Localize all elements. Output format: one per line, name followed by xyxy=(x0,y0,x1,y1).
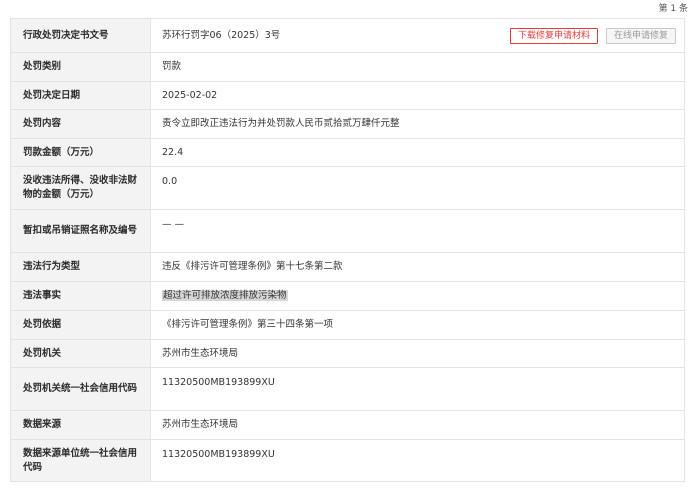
row-label: 数据来源单位统一社会信用代码 xyxy=(10,439,151,482)
row-value: 0.0 xyxy=(150,166,685,210)
penalty-record-table: 行政处罚决定书文号 苏环行罚字06（2025）3号 下载修复申请材料 在线申请修… xyxy=(10,18,685,482)
row-label: 处罚内容 xyxy=(10,109,151,139)
row-label: 数据来源 xyxy=(10,410,151,440)
table-row: 违法行为类型 违反《排污许可管理条例》第十七条第二款 xyxy=(10,252,685,282)
row-value: 《排污许可管理条例》第三十四条第一项 xyxy=(150,310,685,340)
table-row: 行政处罚决定书文号 苏环行罚字06（2025）3号 下载修复申请材料 在线申请修… xyxy=(10,18,685,53)
table-row: 违法事实 超过许可排放浓度排放污染物 xyxy=(10,281,685,311)
row-label: 处罚机关统一社会信用代码 xyxy=(10,367,151,411)
table-row: 暂扣或吊销证照名称及编号 — — xyxy=(10,209,685,253)
row-label-decision-number: 行政处罚决定书文号 xyxy=(10,18,151,53)
row-value: 责令立即改正违法行为并处罚款人民币贰拾贰万肆仟元整 xyxy=(150,109,685,139)
row-value-cell: 超过许可排放浓度排放污染物 xyxy=(150,281,685,311)
row-value-decision-number: 苏环行罚字06（2025）3号 xyxy=(162,29,281,41)
online-repair-application-button[interactable]: 在线申请修复 xyxy=(605,27,676,44)
row-value: 11320500MB193899XU xyxy=(150,439,685,482)
table-row: 罚款金额（万元） 22.4 xyxy=(10,138,685,167)
table-row: 处罚依据 《排污许可管理条例》第三十四条第一项 xyxy=(10,310,685,340)
row-value: 苏州市生态环境局 xyxy=(150,339,685,368)
download-repair-materials-button[interactable]: 下载修复申请材料 xyxy=(509,27,598,44)
table-row: 处罚机关 苏州市生态环境局 xyxy=(10,339,685,368)
row-value-decision-number-cell: 苏环行罚字06（2025）3号 下载修复申请材料 在线申请修复 xyxy=(150,18,685,53)
table-row: 数据来源 苏州市生态环境局 xyxy=(10,410,685,440)
row-label: 罚款金额（万元） xyxy=(10,138,151,167)
table-row: 处罚机关统一社会信用代码 11320500MB193899XU xyxy=(10,367,685,411)
row-value: 罚款 xyxy=(150,52,685,82)
table-row: 处罚类别 罚款 xyxy=(10,52,685,82)
row-value: 2025-02-02 xyxy=(150,81,685,110)
row-label: 处罚类别 xyxy=(10,52,151,82)
row-value: 苏州市生态环境局 xyxy=(150,410,685,440)
row-value: 11320500MB193899XU xyxy=(150,367,685,411)
row-value-highlighted: 超过许可排放浓度排放污染物 xyxy=(162,290,288,301)
row-label: 暂扣或吊销证照名称及编号 xyxy=(10,209,151,253)
row-label: 没收违法所得、没收非法财物的金额（万元） xyxy=(10,166,151,210)
row-value: 违反《排污许可管理条例》第十七条第二款 xyxy=(150,252,685,282)
row-label: 违法行为类型 xyxy=(10,252,151,282)
row-label: 处罚依据 xyxy=(10,310,151,340)
table-row: 处罚内容 责令立即改正违法行为并处罚款人民币贰拾贰万肆仟元整 xyxy=(10,109,685,139)
repair-button-group: 下载修复申请材料 在线申请修复 xyxy=(509,27,676,44)
page-indicator: 第 1 条 xyxy=(658,4,688,14)
row-value: 22.4 xyxy=(150,138,685,167)
row-label: 处罚决定日期 xyxy=(10,81,151,110)
table-row: 数据来源单位统一社会信用代码 11320500MB193899XU xyxy=(10,439,685,482)
row-label: 处罚机关 xyxy=(10,339,151,368)
row-value: — — xyxy=(150,209,685,253)
table-row: 没收违法所得、没收非法财物的金额（万元） 0.0 xyxy=(10,166,685,210)
table-row: 处罚决定日期 2025-02-02 xyxy=(10,81,685,110)
row-label: 违法事实 xyxy=(10,281,151,311)
